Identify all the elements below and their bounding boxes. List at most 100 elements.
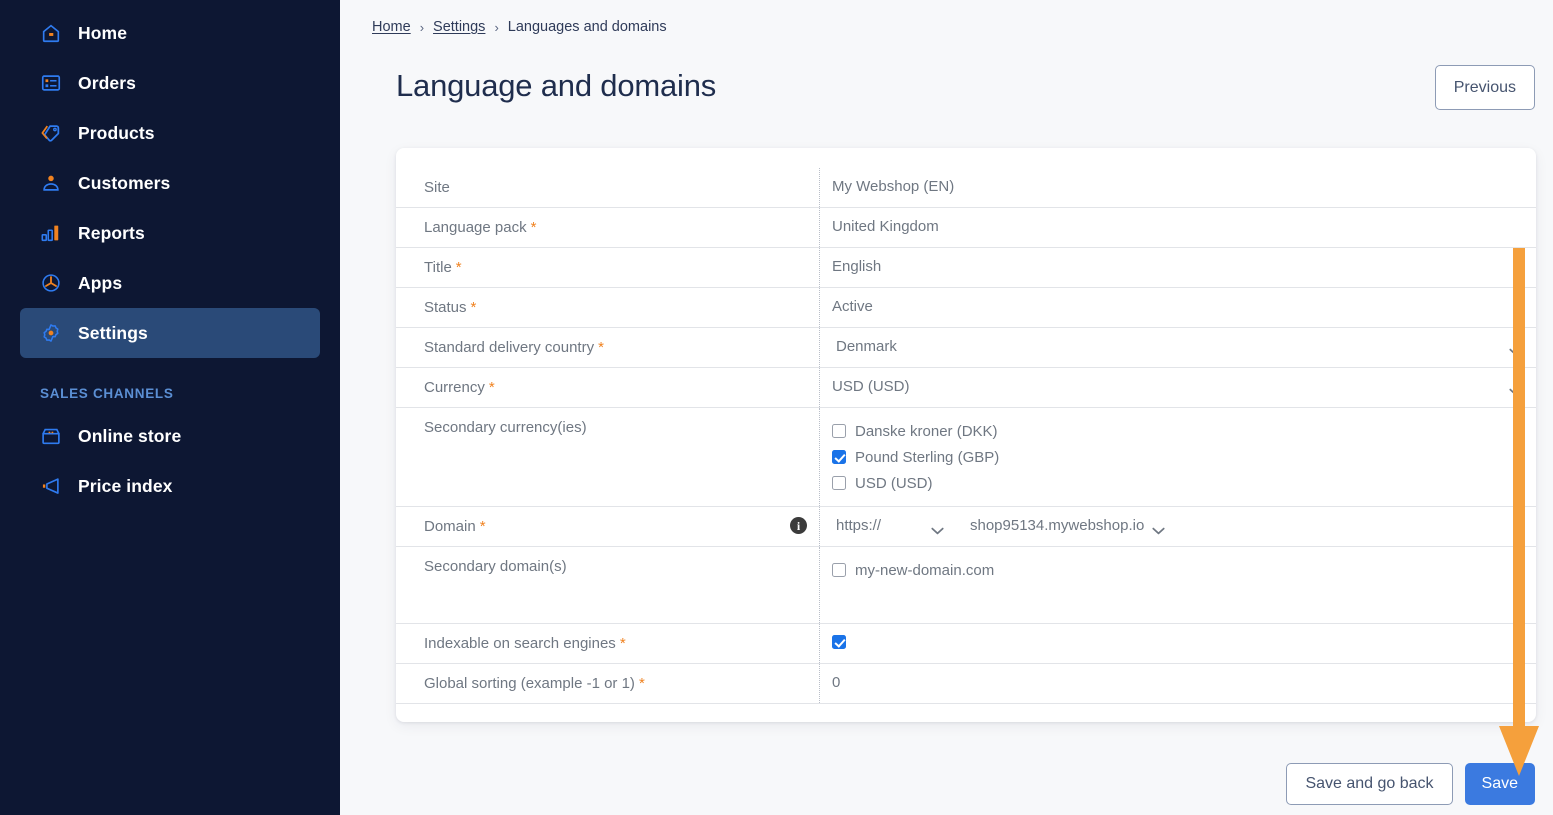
value-text: 0 [832, 674, 841, 691]
form-row-currency: Currency * USD (USD) [396, 368, 1536, 408]
sidebar-item-label: Products [78, 122, 155, 143]
field-label: Title * [396, 248, 820, 287]
value-text: United Kingdom [832, 218, 939, 235]
field-label: Site [396, 168, 820, 207]
field-label: Indexable on search engines * [396, 624, 820, 663]
checkbox-row-usd[interactable]: USD (USD) [832, 470, 1522, 496]
sidebar-item-label: Home [78, 22, 128, 43]
main-content: Home › Settings › Languages and domains … [340, 0, 1553, 815]
chevron-down-icon [1509, 343, 1522, 355]
checkbox-unchecked-icon[interactable] [832, 424, 846, 438]
indexable-checkbox[interactable] [832, 635, 846, 649]
field-value-global-sorting: 0 [820, 664, 1536, 703]
field-value-site: My Webshop (EN) [820, 168, 1536, 207]
checkbox-label: USD (USD) [855, 474, 933, 492]
footer-actions: Save and go back Save [1286, 763, 1535, 805]
products-tag-icon [40, 122, 62, 144]
required-marker: * [488, 379, 495, 396]
breadcrumb-current: Languages and domains [507, 19, 667, 35]
save-and-go-back-button[interactable]: Save and go back [1286, 763, 1453, 805]
select-value: Denmark [836, 338, 897, 355]
sidebar-item-home[interactable]: Home [20, 8, 320, 58]
customers-person-icon [40, 172, 62, 194]
breadcrumb: Home › Settings › Languages and domains [372, 19, 667, 35]
field-label: Secondary domain(s) [396, 547, 820, 623]
domain-protocol-select[interactable]: https:// [832, 517, 944, 534]
field-value-domain: https:// shop95134.mywebshop.io [820, 507, 1536, 546]
field-value-secondary-domains: my-new-domain.com [820, 547, 1536, 623]
checkbox-checked-icon[interactable] [832, 450, 846, 464]
sidebar-item-customers[interactable]: Customers [20, 158, 320, 208]
language-domains-form-card: Site My Webshop (EN) Language pack * Uni… [396, 148, 1536, 722]
breadcrumb-separator-icon: › [494, 19, 499, 35]
required-marker: * [598, 339, 604, 356]
required-marker: * [470, 299, 477, 316]
sidebar-item-label: Apps [78, 272, 123, 293]
sidebar-item-price-index[interactable]: Price index [20, 461, 320, 511]
required-marker: * [619, 635, 626, 652]
field-label: Secondary currency(ies) [396, 408, 820, 506]
field-value-currency: USD (USD) [820, 368, 1536, 407]
sidebar-item-label: Online store [78, 425, 182, 446]
sidebar-item-label: Reports [78, 222, 145, 243]
checkbox-row-my-new-domain[interactable]: my-new-domain.com [832, 557, 1522, 583]
orders-icon [40, 72, 62, 94]
sidebar-item-label: Customers [78, 172, 171, 193]
form-row-title: Title * English [396, 248, 1536, 288]
field-label: Language pack * [396, 208, 820, 247]
chevron-down-icon [1509, 383, 1522, 395]
field-value-secondary-currencies: Danske kroner (DKK) Pound Sterling (GBP)… [820, 408, 1536, 506]
sidebar-item-online-store[interactable]: Online store [20, 411, 320, 461]
sidebar-item-label: Orders [78, 72, 136, 93]
chevron-down-icon [931, 522, 944, 534]
select-value: USD (USD) [832, 378, 910, 395]
domain-host-select[interactable]: shop95134.mywebshop.io [970, 517, 1165, 534]
field-value-title: English [820, 248, 1536, 287]
value-text: Active [832, 298, 873, 315]
sidebar-item-products[interactable]: Products [20, 108, 320, 158]
form-row-secondary-domains: Secondary domain(s) my-new-domain.com [396, 547, 1536, 624]
currency-select[interactable]: USD (USD) [832, 378, 1522, 395]
sidebar-item-apps[interactable]: Apps [20, 258, 320, 308]
field-label: Status * [396, 288, 820, 327]
checkbox-unchecked-icon[interactable] [832, 476, 846, 490]
form-row-global-sorting: Global sorting (example -1 or 1) * 0 [396, 664, 1536, 704]
previous-button[interactable]: Previous [1434, 65, 1535, 110]
breadcrumb-separator-icon: › [419, 19, 425, 35]
field-label: Domain * i [396, 507, 820, 546]
breadcrumb-link-home[interactable]: Home [372, 19, 411, 35]
sidebar-item-settings[interactable]: Settings [20, 308, 320, 358]
standard-delivery-country-select[interactable]: Denmark [832, 338, 1522, 355]
price-index-megaphone-icon [40, 475, 62, 497]
sidebar-item-orders[interactable]: Orders [20, 58, 320, 108]
value-text: My Webshop (EN) [832, 178, 955, 195]
field-label: Currency * [396, 368, 820, 407]
chevron-down-icon [1152, 522, 1165, 534]
required-marker: * [479, 518, 486, 535]
field-value-indexable [820, 624, 1536, 663]
domain-controls: https:// shop95134.mywebshop.io [832, 517, 1522, 534]
form-row-secondary-currencies: Secondary currency(ies) Danske kroner (D… [396, 408, 1536, 507]
checkbox-label: Danske kroner (DKK) [855, 422, 998, 440]
form-row-indexable: Indexable on search engines * [396, 624, 1536, 664]
select-value: shop95134.mywebshop.io [970, 517, 1145, 534]
info-icon[interactable]: i [790, 517, 807, 534]
save-button[interactable]: Save [1464, 763, 1535, 805]
sidebar-item-reports[interactable]: Reports [20, 208, 320, 258]
home-icon [40, 22, 62, 44]
required-marker: * [638, 675, 645, 692]
checkbox-row-danske-kroner[interactable]: Danske kroner (DKK) [832, 418, 1522, 444]
checkbox-unchecked-icon[interactable] [832, 563, 846, 577]
required-marker: * [530, 219, 537, 236]
value-text: English [832, 258, 882, 275]
breadcrumb-link-settings[interactable]: Settings [433, 19, 485, 35]
apps-icon [40, 272, 62, 294]
field-label: Global sorting (example -1 or 1) * [396, 664, 820, 703]
sidebar-item-label: Price index [78, 475, 173, 496]
settings-gear-icon [40, 322, 62, 344]
checkbox-row-pound-sterling[interactable]: Pound Sterling (GBP) [832, 444, 1522, 470]
online-store-icon [40, 425, 62, 447]
form-row-status: Status * Active [396, 288, 1536, 328]
reports-bar-chart-icon [40, 222, 62, 244]
checkbox-label: Pound Sterling (GBP) [855, 448, 1000, 466]
